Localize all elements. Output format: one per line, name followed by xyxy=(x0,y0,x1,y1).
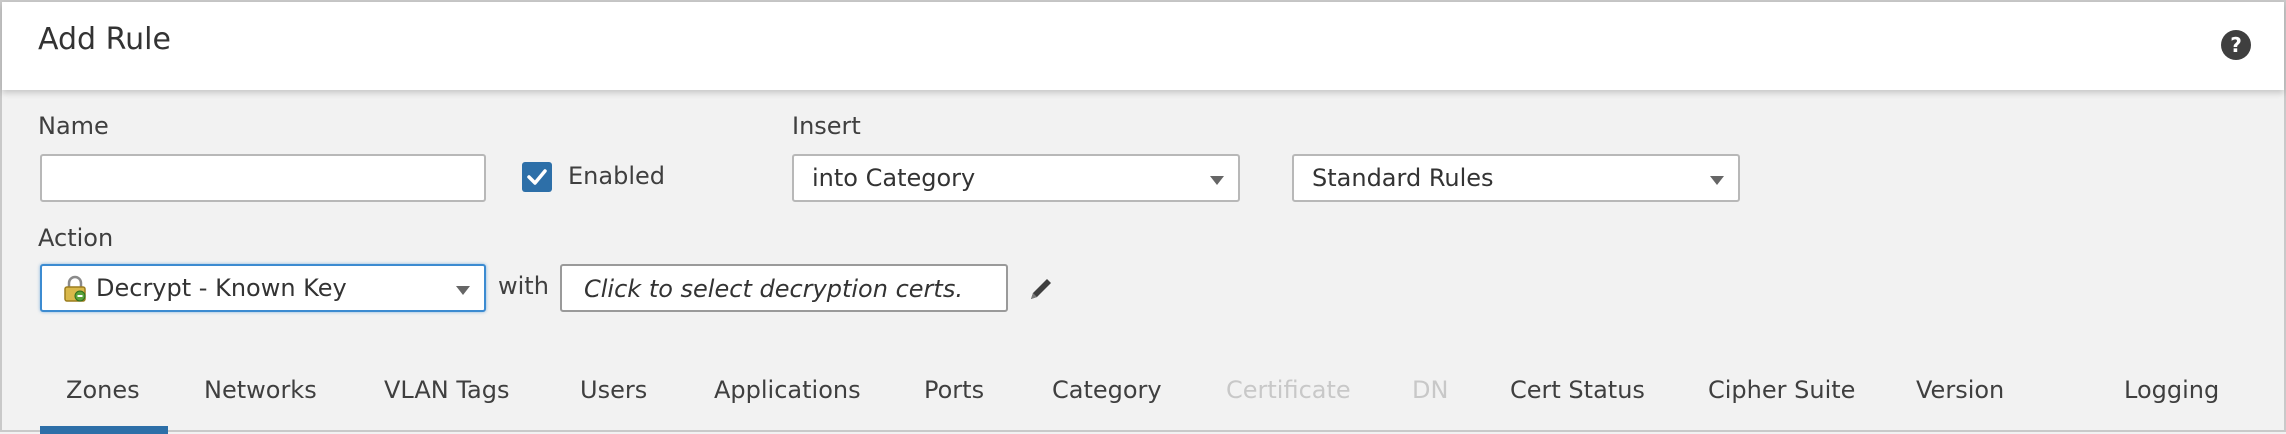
tab-cert-status[interactable]: Cert Status xyxy=(1510,376,1645,404)
tab-applications[interactable]: Applications xyxy=(714,376,861,404)
action-select-value: Decrypt - Known Key xyxy=(96,274,347,302)
decryption-certs-placeholder: Click to select decryption certs. xyxy=(584,275,963,303)
chevron-down-icon xyxy=(1210,176,1224,185)
with-label: with xyxy=(498,272,549,300)
tab-dn: DN xyxy=(1412,376,1449,404)
checkmark-icon xyxy=(527,169,547,185)
add-rule-dialog: Add Rule ? Name Enabled Insert into Cate… xyxy=(0,0,2286,434)
tab-category[interactable]: Category xyxy=(1052,376,1162,404)
tab-cipher-suite[interactable]: Cipher Suite xyxy=(1708,376,1855,404)
dialog-title: Add Rule xyxy=(38,22,171,57)
decryption-certs-field[interactable]: Click to select decryption certs. xyxy=(560,264,1008,312)
action-select[interactable]: Decrypt - Known Key xyxy=(40,264,486,312)
action-label: Action xyxy=(38,224,114,252)
tab-version[interactable]: Version xyxy=(1916,376,2004,404)
question-icon[interactable]: ? xyxy=(2221,30,2251,60)
tab-users[interactable]: Users xyxy=(580,376,647,404)
enabled-label: Enabled xyxy=(568,162,665,190)
tab-networks[interactable]: Networks xyxy=(204,376,317,404)
tab-certificate: Certificate xyxy=(1226,376,1351,404)
insert-select[interactable]: into Category xyxy=(792,154,1240,202)
enabled-checkbox[interactable] xyxy=(522,162,552,192)
name-input[interactable] xyxy=(40,154,486,202)
tab-logging[interactable]: Logging xyxy=(2124,376,2219,404)
chevron-down-icon xyxy=(1710,176,1724,185)
pencil-icon[interactable] xyxy=(1026,274,1056,304)
tab-ports[interactable]: Ports xyxy=(924,376,984,404)
active-tab-indicator xyxy=(40,426,168,434)
dialog-header: Add Rule ? xyxy=(2,2,2284,90)
category-select[interactable]: Standard Rules xyxy=(1292,154,1740,202)
category-select-value: Standard Rules xyxy=(1312,164,1494,192)
chevron-down-icon xyxy=(456,286,470,295)
name-label: Name xyxy=(38,112,109,140)
tab-zones[interactable]: Zones xyxy=(66,376,140,404)
lock-icon xyxy=(64,275,86,302)
insert-label: Insert xyxy=(792,112,861,140)
insert-select-value: into Category xyxy=(812,164,976,192)
tab-vlan-tags[interactable]: VLAN Tags xyxy=(384,376,509,404)
